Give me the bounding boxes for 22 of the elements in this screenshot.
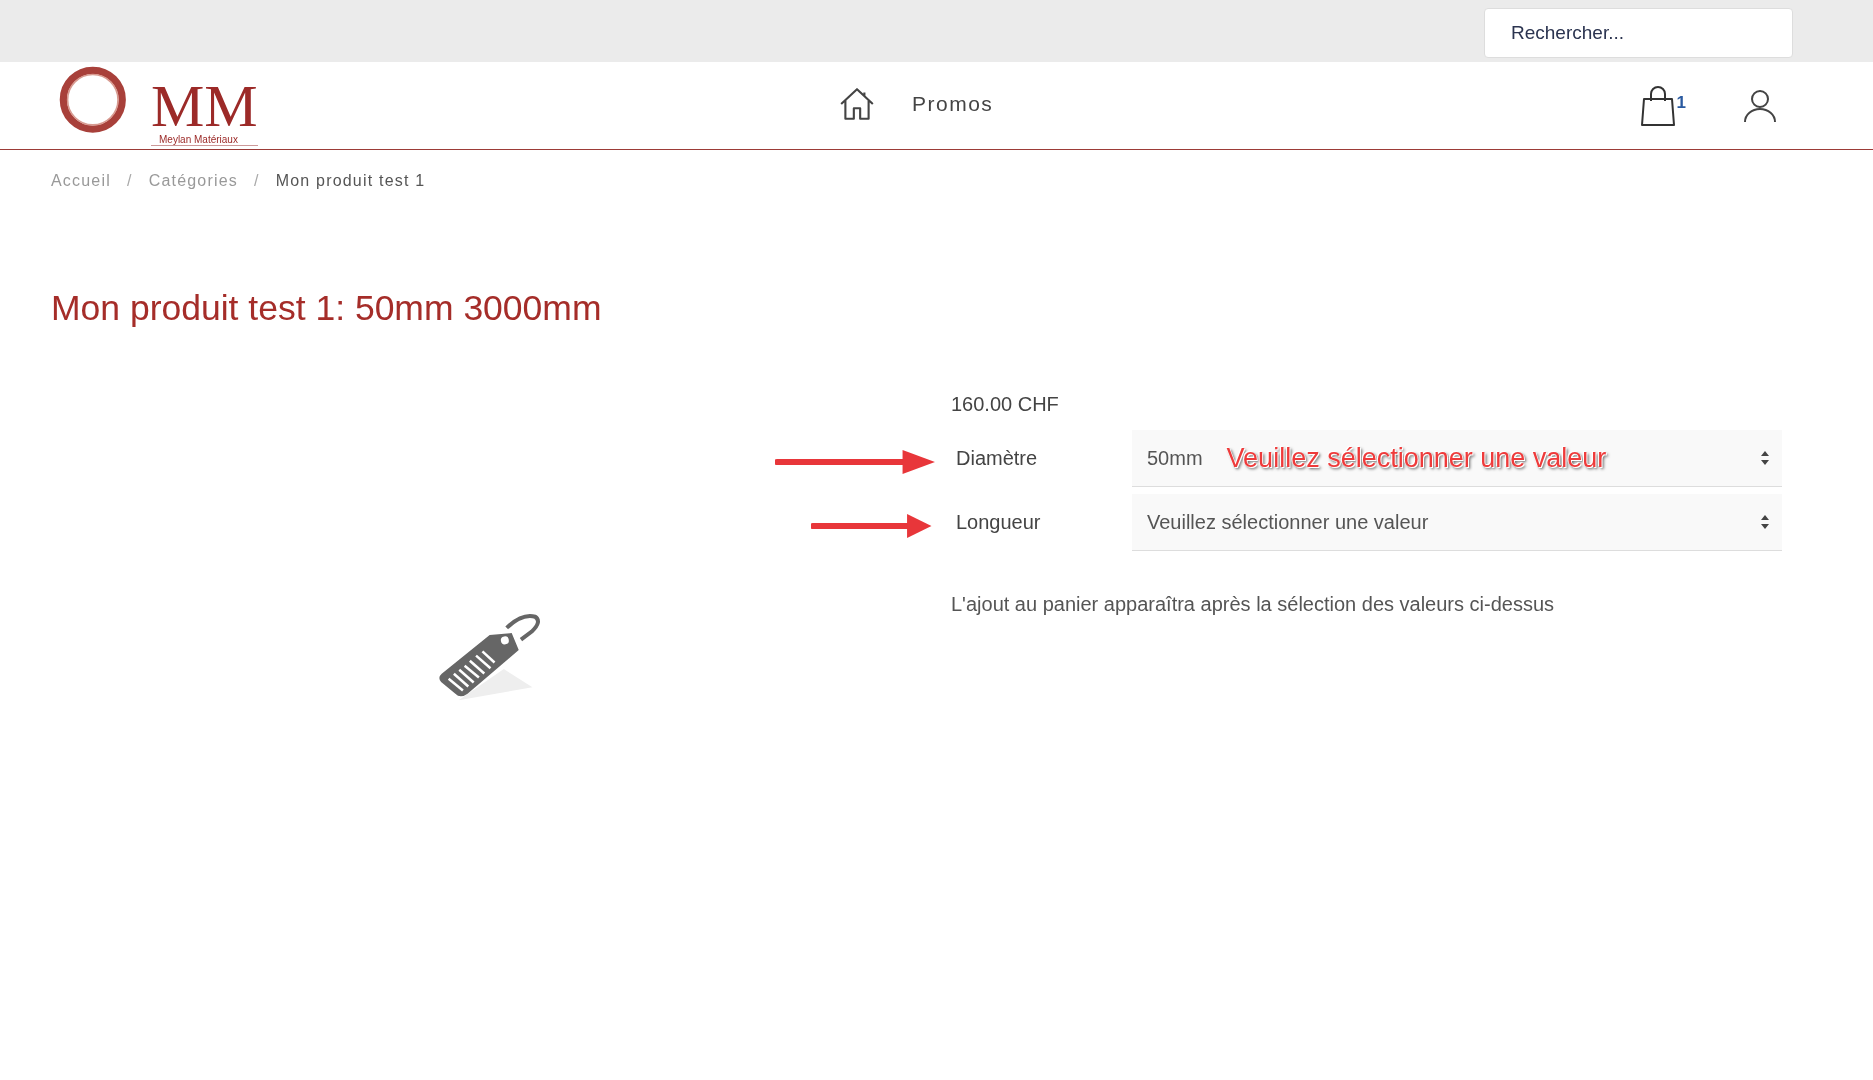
shopping-bag-icon[interactable]: [1639, 83, 1676, 128]
info-text: L'ajout au panier apparaîtra après la sélection des valeurs ci-dessus: [951, 593, 1556, 616]
sort-caret-icon: [1760, 514, 1770, 530]
home-icon[interactable]: [838, 86, 876, 122]
option-label: Diamètre: [955, 447, 1039, 470]
logo-subtitle: Meylan Matériaux: [159, 133, 238, 145]
logo-text: MM: [151, 77, 258, 134]
breadcrumb-link[interactable]: Mon produit test 1: [275, 172, 426, 190]
sort-caret-icon: [1760, 450, 1770, 466]
breadcrumb-separator: /: [127, 172, 133, 190]
price: 160.00 CHF: [951, 393, 1060, 416]
breadcrumb-separator: /: [254, 172, 260, 190]
select-field[interactable]: Veuillez sélectionner une valeur: [1132, 494, 1782, 551]
option-label: Longueur: [955, 511, 1042, 534]
search-field[interactable]: Rechercher...: [1484, 8, 1793, 58]
product-title: Mon produit test 1: 50mm 3000mm: [51, 288, 603, 329]
logo[interactable]: MM Meylan Matériaux: [55, 63, 265, 148]
user-icon[interactable]: [1742, 87, 1778, 124]
select-field[interactable]: 50mm Veuillez sélectionner une valeur: [1132, 430, 1782, 487]
cart-count: 1: [1676, 92, 1686, 113]
annotation-text: Veuillez sélectionner une valeur: [1226, 442, 1607, 474]
nav-link[interactable]: Promos: [912, 92, 994, 116]
